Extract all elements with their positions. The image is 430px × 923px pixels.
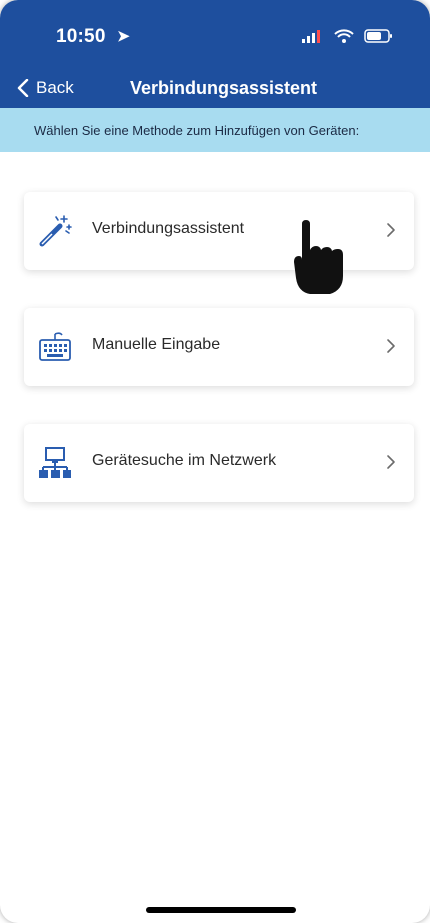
status-time-text: 10:50 <box>56 26 106 47</box>
back-label: Back <box>36 78 74 97</box>
status-bar: 10:50 ➤ <box>0 0 430 60</box>
instruction-banner: Wählen Sie eine Methode zum Hinzufügen v… <box>0 108 430 152</box>
status-time: 10:50 ➤ <box>56 26 130 48</box>
signal-icon <box>302 30 320 43</box>
option-manual-entry[interactable]: Manuelle Eingabe <box>24 308 414 386</box>
back-button[interactable]: Back <box>16 78 74 98</box>
location-arrow-icon: ➤ <box>117 28 130 45</box>
status-icons <box>302 28 394 44</box>
option-label: Manuelle Eingabe <box>92 336 221 353</box>
instruction-text: Wählen Sie eine Methode zum Hinzufügen v… <box>34 122 360 138</box>
page-title: Verbindungsassistent <box>130 78 318 98</box>
option-label: Verbindungsassistent <box>92 220 245 237</box>
home-indicator[interactable] <box>146 907 296 913</box>
chevron-left-icon <box>17 79 29 97</box>
magic-wand-icon <box>39 215 72 247</box>
hand-pointer-icon <box>294 220 343 294</box>
wifi-icon <box>334 29 354 43</box>
chevron-right-icon <box>387 339 395 353</box>
network-icon <box>39 447 71 478</box>
navigation-bar: Back Verbindungsassistent <box>0 72 430 108</box>
phone-screen: 10:50 ➤ Back Verbindungsassistent Wählen… <box>0 0 430 923</box>
keyboard-icon <box>39 332 71 361</box>
option-network-search[interactable]: Gerätesuche im Netzwerk <box>24 424 414 502</box>
chevron-right-icon <box>387 223 395 237</box>
battery-icon <box>364 29 392 43</box>
chevron-right-icon <box>387 455 395 469</box>
option-label: Gerätesuche im Netzwerk <box>92 452 277 469</box>
top-bar: 10:50 ➤ Back Verbindungsassistent <box>0 0 430 108</box>
